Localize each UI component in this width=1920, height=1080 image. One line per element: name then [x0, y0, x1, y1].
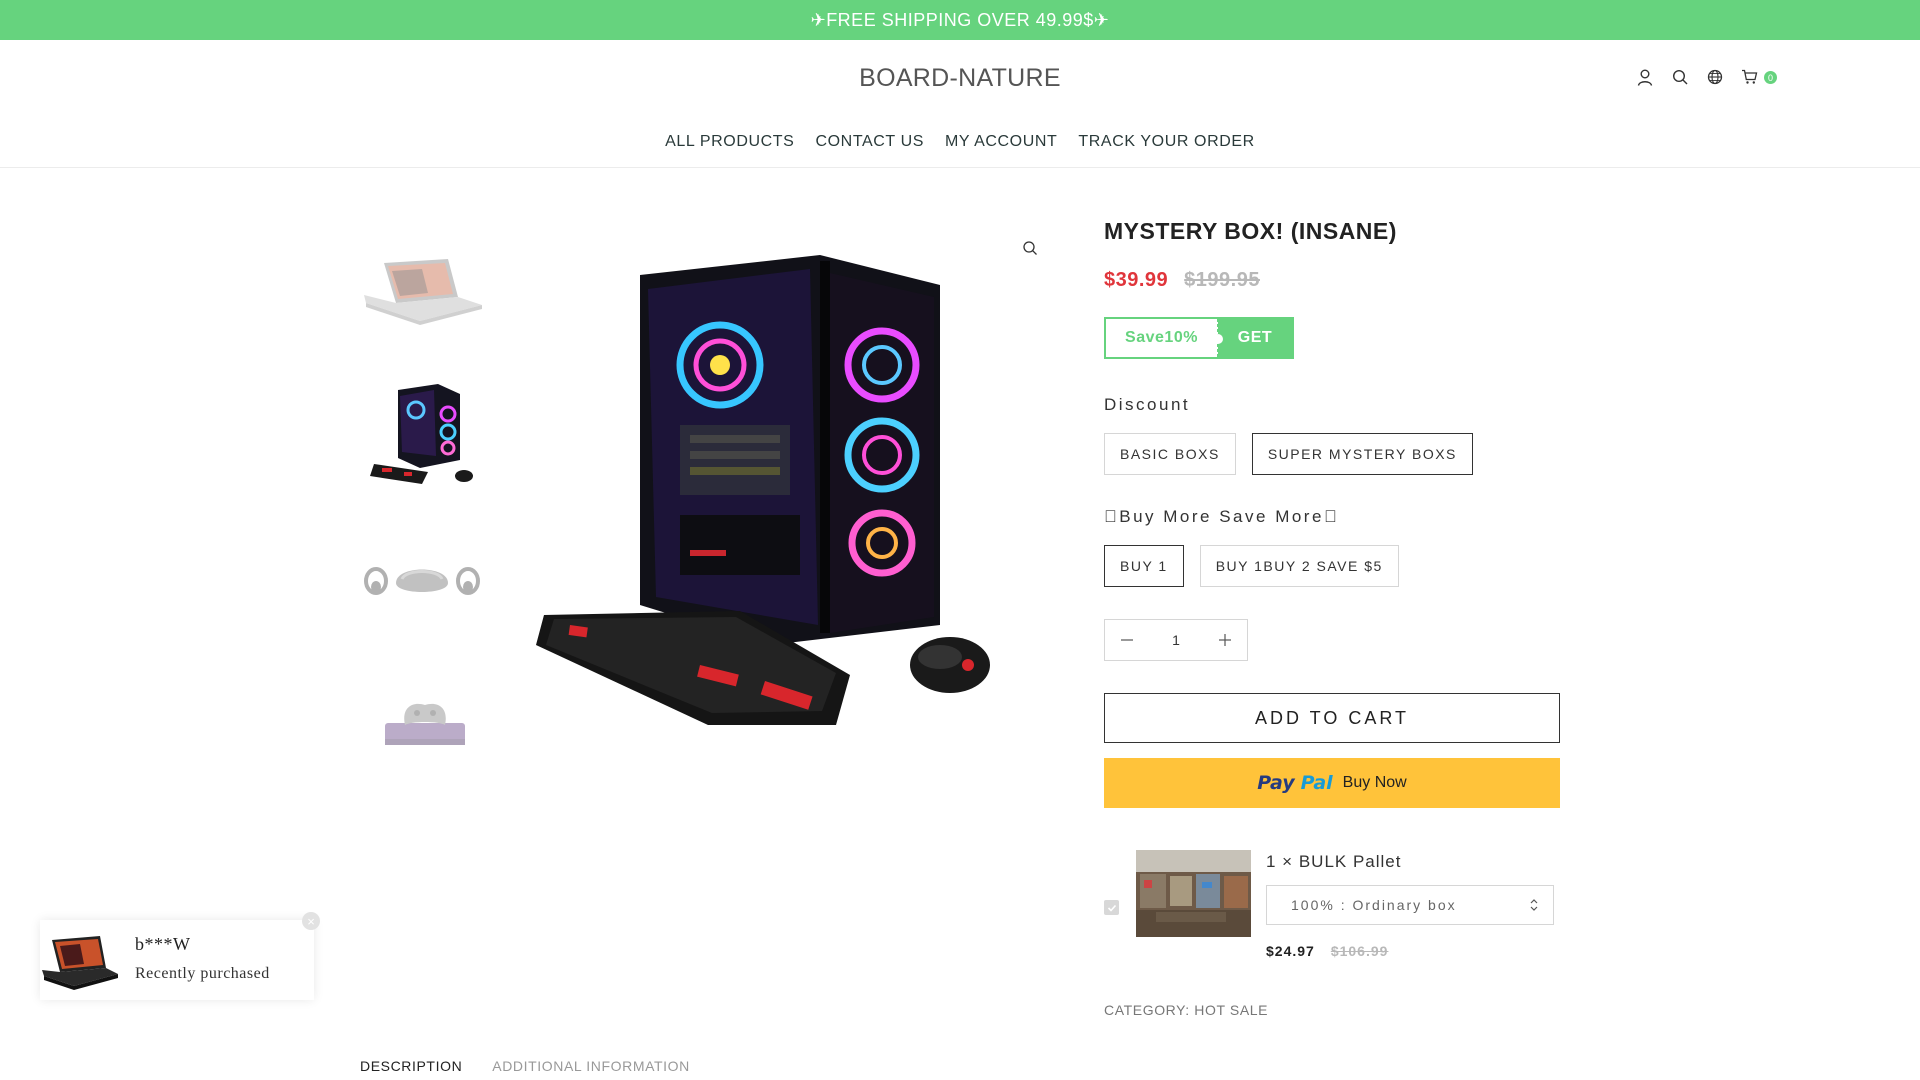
category-label: CATEGORY:: [1104, 1002, 1190, 1018]
cart-button[interactable]: 0: [1741, 68, 1777, 86]
recent-purchase-popup: b***W Recently purchased ×: [40, 912, 320, 1000]
minus-icon[interactable]: [1119, 632, 1135, 648]
nav-item-my-account[interactable]: MY ACCOUNT: [945, 133, 1057, 151]
product-info: MYSTERY BOX! (INSANE) $39.99 $199.95 Sav…: [1104, 218, 1560, 808]
coupon-label: Save10%: [1106, 319, 1223, 357]
product-category: CATEGORY: HOT SALE: [1104, 1002, 1268, 1018]
quantity-stepper: 1: [1104, 619, 1248, 661]
quantity-value[interactable]: 1: [1172, 632, 1180, 648]
site-logo[interactable]: BOARD-NATURE: [0, 64, 1920, 93]
bundle-option-label: 􏰀Buy More Save More􏰀: [1104, 507, 1340, 526]
main-nav: ALL PRODUCTS CONTACT US MY ACCOUNT TRACK…: [0, 133, 1920, 151]
popup-message: Recently purchased: [135, 965, 270, 982]
upsell-title: 1 × BULK Pallet: [1266, 852, 1402, 871]
bundle-options: BUY 1 BUY 1BUY 2 SAVE $5: [1104, 545, 1560, 587]
cart-count-badge: 0: [1764, 71, 1777, 84]
upsell-compare-price: $106.99: [1330, 943, 1389, 959]
coupon-badge[interactable]: Save10% GET: [1104, 317, 1294, 359]
thumbnail-gaming-pc[interactable]: [360, 370, 485, 500]
cart-icon: [1742, 69, 1758, 84]
product-thumbnails: [360, 225, 485, 805]
select-arrows-icon: [1529, 898, 1539, 915]
upsell-checkbox[interactable]: [1104, 900, 1119, 915]
paypal-buy-now-button[interactable]: Pay Pal Buy Now: [1104, 758, 1560, 808]
user-icon[interactable]: [1636, 68, 1654, 86]
paypal-logo-pal: Pal: [1300, 772, 1333, 794]
thumbnail-game-console[interactable]: [360, 660, 485, 790]
pallet-image: [1136, 850, 1251, 937]
tab-additional-information[interactable]: ADDITIONAL INFORMATION: [492, 1058, 690, 1074]
nav-item-all-products[interactable]: ALL PRODUCTS: [665, 133, 794, 151]
option-buy-2-save[interactable]: BUY 1BUY 2 SAVE $5: [1199, 545, 1399, 587]
plus-icon[interactable]: [1217, 632, 1233, 648]
nav-item-track-order[interactable]: TRACK YOUR ORDER: [1078, 133, 1254, 151]
announcement-bar: ✈FREE SHIPPING OVER 49.99$✈: [0, 0, 1920, 40]
globe-icon[interactable]: [1706, 68, 1724, 86]
option-label-suffix: 􏰀: [1323, 507, 1340, 526]
option-super-mystery-boxs[interactable]: SUPER MYSTERY BOXS: [1251, 433, 1473, 475]
coupon-get-button[interactable]: GET: [1218, 319, 1292, 357]
add-to-cart-button[interactable]: ADD TO CART: [1104, 693, 1560, 743]
paypal-buy-now-label: Buy Now: [1342, 774, 1407, 791]
tab-description[interactable]: DESCRIPTION: [360, 1058, 462, 1074]
product-main-image[interactable]: [530, 225, 1050, 765]
product-title: MYSTERY BOX! (INSANE): [1104, 218, 1397, 244]
option-buy-1[interactable]: BUY 1: [1104, 545, 1184, 587]
discount-option-label: Discount: [1104, 395, 1191, 414]
sale-price: $39.99: [1104, 269, 1169, 291]
header-icons: 0: [1636, 68, 1777, 86]
thumbnail-vr-headset[interactable]: [360, 515, 485, 645]
paypal-logo-pay: Pay: [1257, 772, 1295, 794]
product-tabs: DESCRIPTION ADDITIONAL INFORMATION: [360, 1058, 690, 1074]
option-basic-boxs[interactable]: BASIC BOXS: [1104, 433, 1236, 475]
site-header: BOARD-NATURE 0 ALL PRODUCTS CONTACT US M…: [0, 40, 1920, 168]
popup-product-image: [40, 928, 120, 992]
category-link[interactable]: HOT SALE: [1194, 1002, 1268, 1018]
product-prices: $39.99 $199.95: [1104, 269, 1560, 292]
upsell-item: 1 × BULK Pallet 100% : Ordinary box $24.…: [1104, 850, 1564, 960]
search-icon[interactable]: [1671, 68, 1689, 86]
upsell-prices: $24.97 $106.99: [1266, 943, 1388, 959]
upsell-variant-value: 100% : Ordinary box: [1291, 897, 1457, 913]
announcement-text: ✈FREE SHIPPING OVER 49.99$✈: [810, 9, 1110, 30]
upsell-variant-select[interactable]: 100% : Ordinary box: [1266, 885, 1554, 925]
discount-options: BASIC BOXS SUPER MYSTERY BOXS: [1104, 433, 1560, 475]
popup-customer-name: b***W: [135, 934, 191, 954]
close-icon[interactable]: ×: [302, 912, 320, 930]
nav-item-contact-us[interactable]: CONTACT US: [815, 133, 924, 151]
compare-price: $199.95: [1184, 269, 1260, 291]
option-label-prefix: 􏰀: [1104, 507, 1120, 526]
upsell-price: $24.97: [1266, 943, 1315, 959]
thumbnail-laptop[interactable]: [360, 225, 485, 355]
zoom-icon[interactable]: [1022, 240, 1040, 258]
